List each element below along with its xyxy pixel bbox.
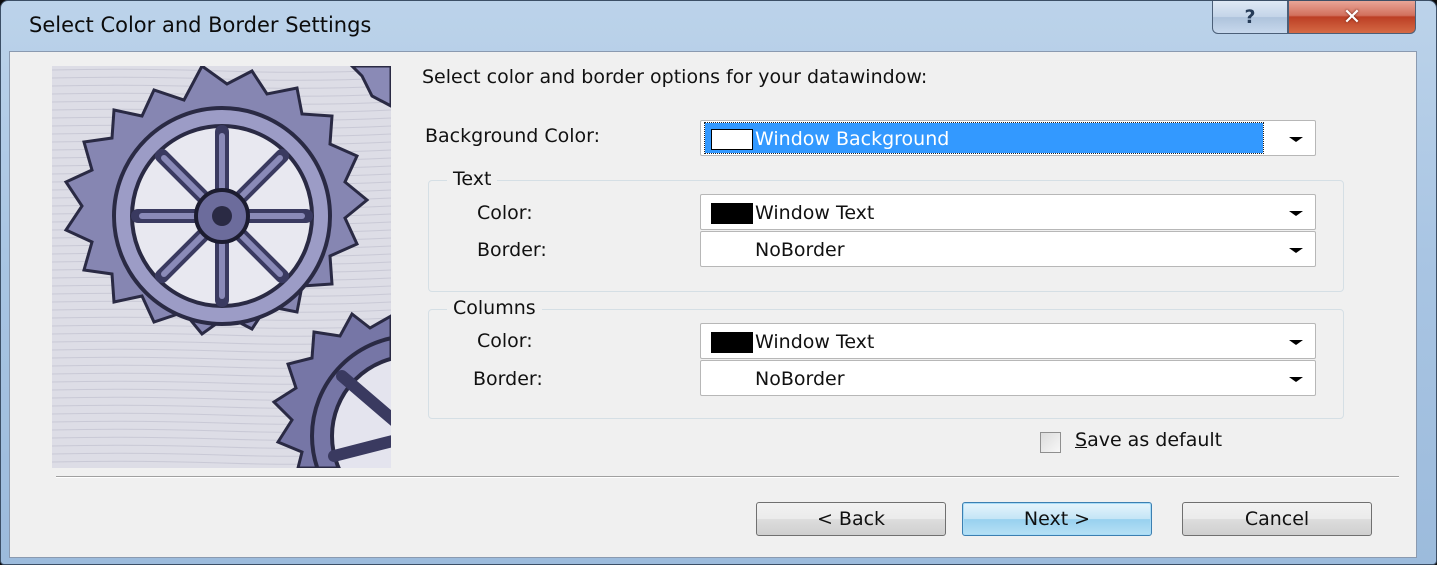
close-button[interactable]: ✕ — [1288, 1, 1416, 34]
text-border-label: Border: — [477, 239, 547, 261]
divider — [56, 476, 1399, 478]
selection-highlight: Window Background — [704, 122, 1264, 154]
save-default-label-text: ave as default — [1087, 429, 1223, 451]
background-color-value: Window Background — [755, 128, 950, 150]
title-bar[interactable]: Select Color and Border Settings ? ✕ — [1, 1, 1436, 51]
back-button[interactable]: < Back — [756, 502, 946, 536]
save-default-accelerator: S — [1075, 429, 1088, 451]
dialog-window: Select Color and Border Settings ? ✕ Sel… — [0, 0, 1437, 565]
columns-color-field: Window Text — [705, 326, 1263, 356]
columns-border-label: Border: — [473, 368, 543, 390]
color-swatch — [711, 332, 753, 353]
background-color-label: Background Color: — [425, 125, 601, 147]
columns-color-select[interactable]: Window Text — [700, 323, 1316, 359]
cancel-button[interactable]: Cancel — [1182, 502, 1372, 536]
columns-border-field: NoBorder — [705, 363, 1263, 393]
gears-illustration — [52, 66, 391, 468]
text-group-legend: Text — [447, 168, 498, 190]
text-color-label: Color: — [477, 202, 533, 224]
save-default-label[interactable]: Save as default — [1075, 429, 1222, 451]
chevron-down-icon[interactable] — [1289, 137, 1303, 142]
chevron-down-icon[interactable] — [1289, 211, 1303, 216]
chevron-down-icon[interactable] — [1289, 248, 1303, 253]
help-button[interactable]: ? — [1212, 1, 1288, 34]
columns-group-legend: Columns — [447, 297, 542, 319]
chevron-down-icon[interactable] — [1289, 377, 1303, 382]
columns-color-label: Color: — [477, 330, 533, 352]
window-title: Select Color and Border Settings — [29, 13, 372, 37]
text-border-select[interactable]: NoBorder — [700, 231, 1316, 267]
columns-border-select[interactable]: NoBorder — [700, 360, 1316, 396]
text-border-value: NoBorder — [755, 239, 845, 261]
columns-color-value: Window Text — [755, 331, 875, 353]
color-swatch — [711, 203, 753, 224]
instruction-text: Select color and border options for your… — [422, 66, 928, 88]
close-icon: ✕ — [1342, 4, 1362, 30]
next-button[interactable]: Next > — [962, 502, 1152, 536]
text-color-value: Window Text — [755, 202, 875, 224]
text-border-field: NoBorder — [705, 234, 1263, 264]
text-color-select[interactable]: Window Text — [700, 194, 1316, 230]
color-swatch — [711, 129, 753, 150]
columns-border-value: NoBorder — [755, 368, 845, 390]
background-color-select[interactable]: Window Background — [700, 120, 1316, 156]
help-icon: ? — [1244, 6, 1256, 28]
chevron-down-icon[interactable] — [1289, 340, 1303, 345]
dialog-client-area: Select color and border options for your… — [9, 51, 1417, 558]
text-color-field: Window Text — [705, 197, 1263, 227]
save-default-checkbox[interactable] — [1040, 432, 1061, 453]
